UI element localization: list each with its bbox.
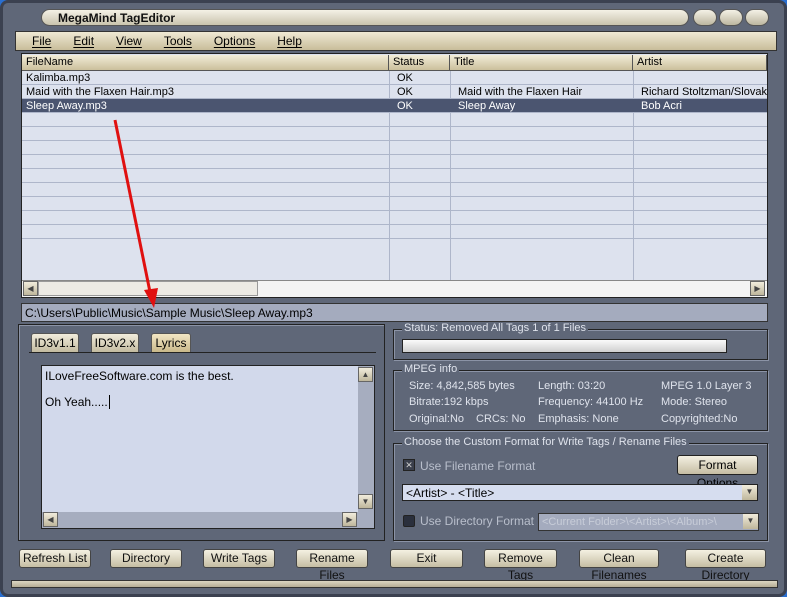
exit-button[interactable]: Exit	[390, 549, 463, 568]
format-options-button[interactable]: Format Options	[677, 455, 758, 490]
cell-filename: Maid with the Flaxen Hair.mp3	[26, 86, 174, 98]
use-directory-label: Use Directory Format	[420, 514, 535, 528]
menu-tools[interactable]: Tools	[164, 34, 192, 50]
scroll-left-icon[interactable]: ◀	[23, 281, 38, 296]
use-directory-checkbox[interactable]	[403, 515, 415, 527]
cell-filename: Sleep Away.mp3	[26, 100, 107, 112]
directory-format-value: <Current Folder>\<Artist>\<Album>\	[542, 516, 717, 528]
scroll-down-icon[interactable]: ▼	[358, 494, 373, 509]
table-row[interactable]	[22, 211, 767, 225]
cell-artist: Richard Stoltzman/Slovak	[641, 86, 767, 98]
vertical-scrollbar[interactable]: ▲ ▼	[358, 366, 374, 512]
mpeg-crcs: CRCs: No	[476, 413, 526, 425]
table-row[interactable]	[22, 169, 767, 183]
create-directory-button[interactable]: Create Directory	[685, 549, 766, 582]
scroll-right-icon[interactable]: ▶	[750, 281, 765, 296]
filename-format-select[interactable]: <Artist> - <Title> ▼	[402, 484, 758, 501]
column-header-title[interactable]: Title	[450, 55, 633, 71]
cell-artist: Bob Acri	[641, 100, 682, 112]
mpeg-version: MPEG 1.0 Layer 3	[661, 380, 752, 392]
menu-options[interactable]: Options	[214, 34, 255, 50]
dropdown-arrow-icon[interactable]: ▼	[743, 514, 758, 529]
close-button[interactable]	[745, 9, 769, 26]
maximize-button[interactable]	[719, 9, 743, 26]
status-text: Status: Removed All Tags 1 of 1 Files	[402, 322, 588, 334]
format-group: Choose the Custom Format for Write Tags …	[393, 436, 768, 541]
tab-id3v2[interactable]: ID3v2.x	[91, 333, 139, 352]
lyrics-line-1: ILoveFreeSoftware.com is the best.	[45, 369, 234, 383]
table-row[interactable]: Kalimba.mp3 OK	[22, 71, 767, 85]
menu-bar: File Edit View Tools Options Help	[15, 31, 777, 51]
column-header-artist[interactable]: Artist	[633, 55, 767, 71]
window-title: MegaMind TagEditor	[58, 11, 176, 25]
rename-files-button[interactable]: Rename Files	[296, 549, 368, 582]
cell-artist	[633, 71, 767, 85]
mpeg-info-legend: MPEG info	[402, 363, 460, 375]
directory-format-select[interactable]: <Current Folder>\<Artist>\<Album>\ ▼	[538, 513, 759, 531]
menu-edit[interactable]: Edit	[73, 34, 94, 50]
table-row[interactable]	[22, 127, 767, 141]
cell-status: OK	[397, 86, 413, 98]
table-row[interactable]	[22, 155, 767, 169]
lyrics-line-2: Oh Yeah.....	[45, 395, 108, 409]
menu-help[interactable]: Help	[277, 34, 302, 50]
file-list[interactable]: FileName Status Title Artist Kalimba.mp3…	[21, 53, 768, 298]
use-filename-checkbox[interactable]: ✕	[403, 459, 415, 471]
filename-format-value: <Artist> - <Title>	[406, 486, 495, 500]
progress-bar	[402, 339, 727, 353]
table-row[interactable]: Maid with the Flaxen Hair.mp3 OK Maid with…	[22, 85, 767, 99]
mpeg-length: Length: 03:20	[538, 380, 606, 392]
mpeg-size: Size: 4,842,585 bytes	[409, 380, 515, 392]
minimize-button[interactable]	[693, 9, 717, 26]
format-legend: Choose the Custom Format for Write Tags …	[402, 436, 689, 448]
tab-id3v1[interactable]: ID3v1.1	[31, 333, 79, 352]
scroll-left-icon[interactable]: ◀	[43, 512, 58, 527]
tab-lyrics[interactable]: Lyrics	[151, 333, 191, 352]
remove-tags-button[interactable]: Remove Tags	[484, 549, 557, 582]
table-row[interactable]: Sleep Away.mp3 OK Sleep Away Bob Acri	[22, 99, 767, 113]
horizontal-scrollbar[interactable]: ◀ ▶	[22, 280, 767, 297]
mpeg-info-group: MPEG info Size: 4,842,585 bytes Length: …	[393, 363, 768, 431]
write-tags-button[interactable]: Write Tags	[203, 549, 275, 568]
refresh-list-button[interactable]: Refresh List	[19, 549, 91, 568]
cell-title	[450, 71, 633, 85]
mpeg-original: Original:No	[409, 413, 465, 425]
cell-status: OK	[397, 100, 413, 112]
column-header-status[interactable]: Status	[389, 55, 450, 71]
lyrics-textarea[interactable]: ILoveFreeSoftware.com is the best. Oh Ye…	[41, 365, 375, 529]
directory-button[interactable]: Directory	[110, 549, 182, 568]
title-bar[interactable]: MegaMind TagEditor	[41, 9, 689, 26]
scroll-thumb[interactable]	[38, 281, 258, 296]
cell-filename: Kalimba.mp3	[26, 72, 91, 84]
scroll-right-icon[interactable]: ▶	[342, 512, 357, 527]
table-row[interactable]	[22, 113, 767, 127]
mpeg-copyrighted: Copyrighted:No	[661, 413, 738, 425]
table-row[interactable]	[22, 197, 767, 211]
file-path: C:\Users\Public\Music\Sample Music\Sleep…	[21, 303, 768, 322]
scroll-up-icon[interactable]: ▲	[358, 367, 373, 382]
table-row[interactable]	[22, 141, 767, 155]
menu-file[interactable]: File	[32, 34, 51, 50]
use-filename-label: Use Filename Format	[420, 459, 536, 473]
status-group: Status: Removed All Tags 1 of 1 Files	[393, 322, 768, 360]
app-window: MegaMind TagEditor File Edit View Tools …	[0, 0, 787, 597]
cell-title: Maid with the Flaxen Hair	[458, 86, 583, 98]
dropdown-arrow-icon[interactable]: ▼	[742, 485, 757, 500]
menu-view[interactable]: View	[116, 34, 142, 50]
column-header-filename[interactable]: FileName	[22, 55, 389, 71]
cell-status: OK	[397, 72, 413, 84]
clean-filenames-button[interactable]: Clean Filenames	[579, 549, 659, 582]
horizontal-scrollbar[interactable]: ◀ ▶	[42, 512, 374, 528]
status-strip	[11, 580, 778, 588]
mpeg-frequency: Frequency: 44100 Hz	[538, 396, 644, 408]
mpeg-mode: Mode: Stereo	[661, 396, 728, 408]
mpeg-emphasis: Emphasis: None	[538, 413, 619, 425]
table-row[interactable]	[22, 183, 767, 197]
cell-title: Sleep Away	[458, 100, 516, 112]
mpeg-bitrate: Bitrate:192 kbps	[409, 396, 489, 408]
table-row[interactable]	[22, 225, 767, 239]
